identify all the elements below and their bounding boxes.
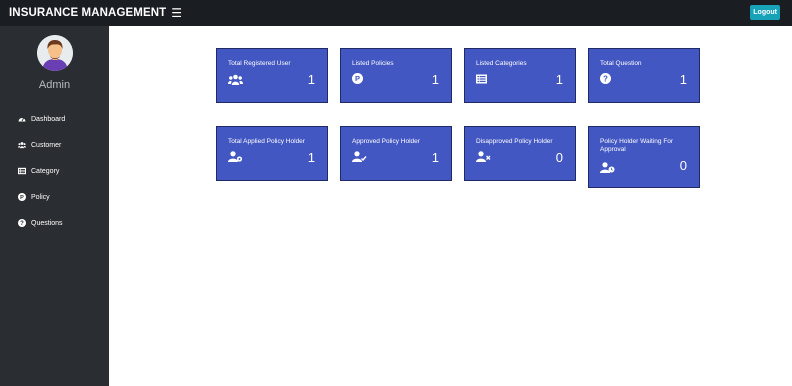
list-icon: [476, 71, 487, 89]
user-check-icon: [352, 149, 367, 167]
user-clock-icon: [600, 160, 615, 178]
card-total-question[interactable]: Total Question ? 1: [588, 48, 700, 103]
card-title: Total Registered User: [228, 60, 291, 67]
card-title: Policy Holder Waiting For Approval: [600, 138, 674, 153]
sidebar-item-policy[interactable]: P Policy: [0, 184, 109, 210]
list-icon: [18, 167, 26, 175]
card-approved-policy-holder[interactable]: Approved Policy Holder 1: [340, 126, 452, 181]
card-value: 1: [431, 150, 439, 165]
users-icon: [18, 141, 26, 149]
card-title: Listed Policies: [352, 60, 394, 67]
dashboard-icon: [18, 115, 26, 123]
sidebar: Admin Dashboard Customer Category P Poli…: [0, 26, 109, 386]
card-value: 1: [307, 150, 315, 165]
card-value: 1: [679, 72, 687, 87]
card-value: 1: [307, 72, 315, 87]
user-avatar: [37, 35, 73, 71]
question-icon: ?: [18, 219, 26, 227]
sidebar-item-label: Questions: [31, 219, 63, 227]
svg-text:P: P: [355, 74, 360, 83]
card-title: Listed Categories: [476, 60, 527, 67]
card-disapproved-policy-holder[interactable]: Disapproved Policy Holder 0: [464, 126, 576, 181]
sidebar-item-label: Dashboard: [31, 115, 66, 123]
sidebar-item-label: Customer: [31, 141, 62, 149]
admin-name: Admin: [38, 79, 71, 91]
card-listed-categories[interactable]: Listed Categories 1: [464, 48, 576, 103]
policy-icon: P: [352, 71, 363, 89]
logout-button[interactable]: Logout: [750, 5, 780, 20]
sidebar-item-questions[interactable]: ? Questions: [0, 210, 109, 236]
sidebar-item-dashboard[interactable]: Dashboard: [0, 106, 109, 132]
card-value: 1: [431, 72, 439, 87]
svg-text:?: ?: [603, 74, 608, 83]
question-icon: ?: [600, 71, 611, 89]
sidebar-item-customer[interactable]: Customer: [0, 132, 109, 158]
card-value: 1: [555, 72, 563, 87]
card-total-registered-user[interactable]: Total Registered User 1: [216, 48, 328, 103]
svg-text:?: ?: [20, 221, 24, 227]
card-title: Total Applied Policy Holder: [228, 138, 305, 145]
sidebar-item-label: Policy: [31, 193, 50, 201]
card-policy-holder-waiting-for-approval[interactable]: Policy Holder Waiting For Approval 0: [588, 126, 700, 188]
svg-text:P: P: [20, 195, 24, 201]
policy-icon: P: [18, 193, 26, 201]
card-listed-policies[interactable]: Listed Policies P 1: [340, 48, 452, 103]
card-title: Approved Policy Holder: [352, 138, 420, 145]
card-title: Disapproved Policy Holder: [476, 138, 553, 145]
user-cog-icon: [228, 149, 243, 167]
card-value: 0: [679, 158, 687, 173]
card-title: Total Question: [600, 60, 642, 67]
sidebar-item-label: Category: [31, 167, 60, 175]
sidebar-nav: Dashboard Customer Category P Policy ? Q…: [0, 106, 109, 236]
sidebar-item-category[interactable]: Category: [0, 158, 109, 184]
card-value: 0: [555, 150, 563, 165]
users-icon: [228, 72, 243, 90]
brand-title[interactable]: INSURANCE MANAGEMENT: [9, 7, 166, 19]
top-navbar: INSURANCE MANAGEMENT ☰ Logout: [0, 0, 792, 26]
user-times-icon: [476, 149, 491, 167]
hamburger-icon[interactable]: ☰: [171, 7, 182, 19]
card-total-applied-policy-holder[interactable]: Total Applied Policy Holder 1: [216, 126, 328, 181]
